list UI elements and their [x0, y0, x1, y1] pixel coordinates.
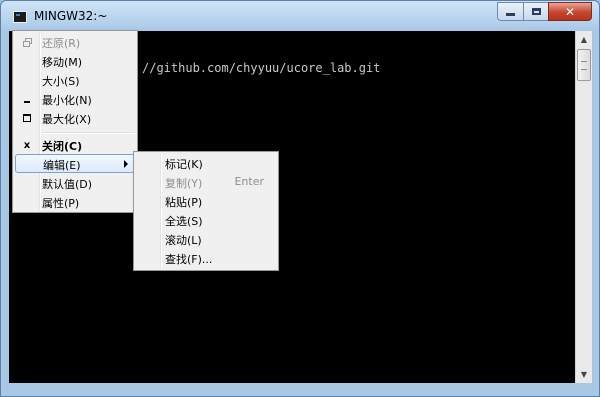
menu-item-paste[interactable]: 粘贴(P): [136, 192, 276, 211]
menu-item-find[interactable]: 查找(F)...: [136, 249, 276, 268]
menu-item-label: 大小(S): [42, 75, 80, 88]
submenu-arrow-icon: [124, 160, 128, 168]
menu-item-scroll[interactable]: 滚动(L): [136, 230, 276, 249]
scrollbar-thumb[interactable]: [577, 49, 591, 81]
menu-item-move[interactable]: 移动(M): [15, 52, 135, 71]
menu-item-minimize[interactable]: 最小化(N): [15, 90, 135, 109]
title-bar[interactable]: MINGW32:~ ✕: [1, 1, 599, 31]
minimize-button[interactable]: [497, 2, 523, 21]
menu-item-label: 全选(S): [165, 215, 203, 228]
menu-item-label: 最小化(N): [42, 94, 92, 107]
minimize-icon: [506, 13, 515, 16]
menu-item-label: 关闭(C): [42, 140, 83, 153]
menu-item-label: 复制(Y): [165, 177, 203, 190]
menu-item-label: 还原(R): [42, 37, 81, 50]
window-title: MINGW32:~: [34, 9, 108, 23]
menu-item-label: 属性(P): [42, 197, 80, 210]
maximize-button[interactable]: [523, 2, 548, 21]
maximize-icon: [19, 110, 35, 126]
close-icon: x: [23, 139, 31, 151]
menu-item-properties[interactable]: 属性(P): [15, 193, 135, 212]
console-app-icon[interactable]: [13, 11, 27, 23]
menu-item-restore[interactable]: 还原(R): [15, 33, 135, 52]
scroll-down-button[interactable]: ▼: [576, 366, 592, 383]
scroll-up-button[interactable]: ▲: [576, 31, 592, 48]
minimize-icon: [19, 91, 35, 107]
edit-submenu: 标记(K) 复制(Y) Enter 粘贴(P) 全选(S) 滚动(L) 查找(F…: [133, 151, 279, 271]
menu-separator: [43, 132, 135, 134]
menu-item-label: 移动(M): [42, 56, 83, 69]
menu-item-defaults[interactable]: 默认值(D): [15, 174, 135, 193]
close-button[interactable]: ✕: [548, 2, 592, 21]
menu-item-size[interactable]: 大小(S): [15, 71, 135, 90]
menu-item-copy[interactable]: 复制(Y) Enter: [136, 173, 276, 192]
system-menu: 还原(R) 移动(M) 大小(S) 最小化(N) 最大化(X) x 关闭(C) …: [12, 30, 138, 213]
arrow-down-icon: ▼: [580, 370, 588, 379]
close-icon: ✕: [564, 4, 576, 19]
menu-item-label: 标记(K): [165, 158, 203, 171]
shortcut-label: Enter: [234, 175, 264, 188]
maximize-icon: [531, 8, 541, 15]
menu-item-label: 粘贴(P): [165, 196, 203, 209]
menu-item-maximize[interactable]: 最大化(X): [15, 109, 135, 128]
menu-item-edit[interactable]: 编辑(E): [15, 154, 135, 173]
menu-item-label: 默认值(D): [42, 178, 93, 191]
menu-item-select-all[interactable]: 全选(S): [136, 211, 276, 230]
arrow-up-icon: ▲: [580, 35, 588, 44]
menu-item-label: 滚动(L): [165, 234, 202, 247]
restore-icon: [19, 34, 35, 50]
menu-item-label: 查找(F)...: [165, 253, 213, 266]
vertical-scrollbar[interactable]: ▲ ▼: [575, 31, 592, 383]
console-text-line: //github.com/chyyuu/ucore_lab.git: [142, 61, 381, 75]
menu-item-mark[interactable]: 标记(K): [136, 154, 276, 173]
window-controls: ✕: [497, 2, 592, 21]
menu-item-label: 最大化(X): [42, 113, 92, 126]
menu-item-close[interactable]: x 关闭(C): [15, 136, 135, 155]
menu-item-label: 编辑(E): [43, 159, 81, 172]
